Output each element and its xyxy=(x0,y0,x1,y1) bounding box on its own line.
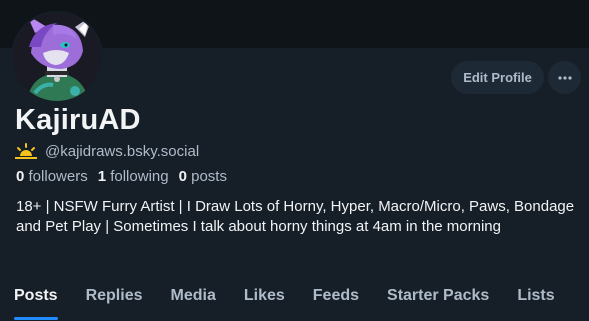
profile-bio: 18+ | NSFW Furry Artist | I Draw Lots of… xyxy=(16,198,575,235)
edit-profile-label: Edit Profile xyxy=(463,70,532,85)
sun-icon xyxy=(15,143,37,159)
avatar[interactable] xyxy=(11,11,103,103)
posts-label: posts xyxy=(191,168,227,185)
tab-label: Feeds xyxy=(312,287,360,304)
tab-label: Starter Packs xyxy=(387,287,490,304)
handle[interactable]: @kajidraws.bsky.social xyxy=(45,143,199,160)
followers-label: followers xyxy=(28,168,88,185)
followers-stat[interactable]: 0 followers xyxy=(16,168,88,185)
tab-label: Posts xyxy=(14,287,58,304)
active-tab-indicator xyxy=(14,317,58,320)
posts-count: 0 xyxy=(178,168,187,185)
profile-tabs: Posts Replies Media Likes Feeds Starter … xyxy=(0,284,589,321)
handle-row: @kajidraws.bsky.social xyxy=(15,141,199,161)
avatar-image xyxy=(13,13,101,101)
more-dots-icon xyxy=(557,75,572,80)
followers-count: 0 xyxy=(16,168,25,185)
tab-lists[interactable]: Lists xyxy=(503,284,568,308)
profile-stats: 0 followers 1 following 0 posts xyxy=(16,168,227,185)
display-name: KajiruAD xyxy=(15,104,141,136)
following-label: following xyxy=(110,168,169,185)
tab-starter-packs[interactable]: Starter Packs xyxy=(373,284,503,308)
tab-media[interactable]: Media xyxy=(157,284,230,308)
tab-label: Media xyxy=(170,287,216,304)
more-options-button[interactable] xyxy=(548,61,581,94)
tab-label: Lists xyxy=(517,287,555,304)
edit-profile-button[interactable]: Edit Profile xyxy=(451,61,544,94)
following-count: 1 xyxy=(97,168,107,185)
tab-posts[interactable]: Posts xyxy=(0,284,72,320)
tab-label: Likes xyxy=(243,287,285,304)
tab-feeds[interactable]: Feeds xyxy=(299,284,373,308)
following-stat[interactable]: 1 following xyxy=(98,168,169,185)
tab-label: Replies xyxy=(85,287,143,304)
tab-likes[interactable]: Likes xyxy=(230,284,299,308)
posts-stat: 0 posts xyxy=(179,168,227,185)
tab-replies[interactable]: Replies xyxy=(72,284,157,308)
